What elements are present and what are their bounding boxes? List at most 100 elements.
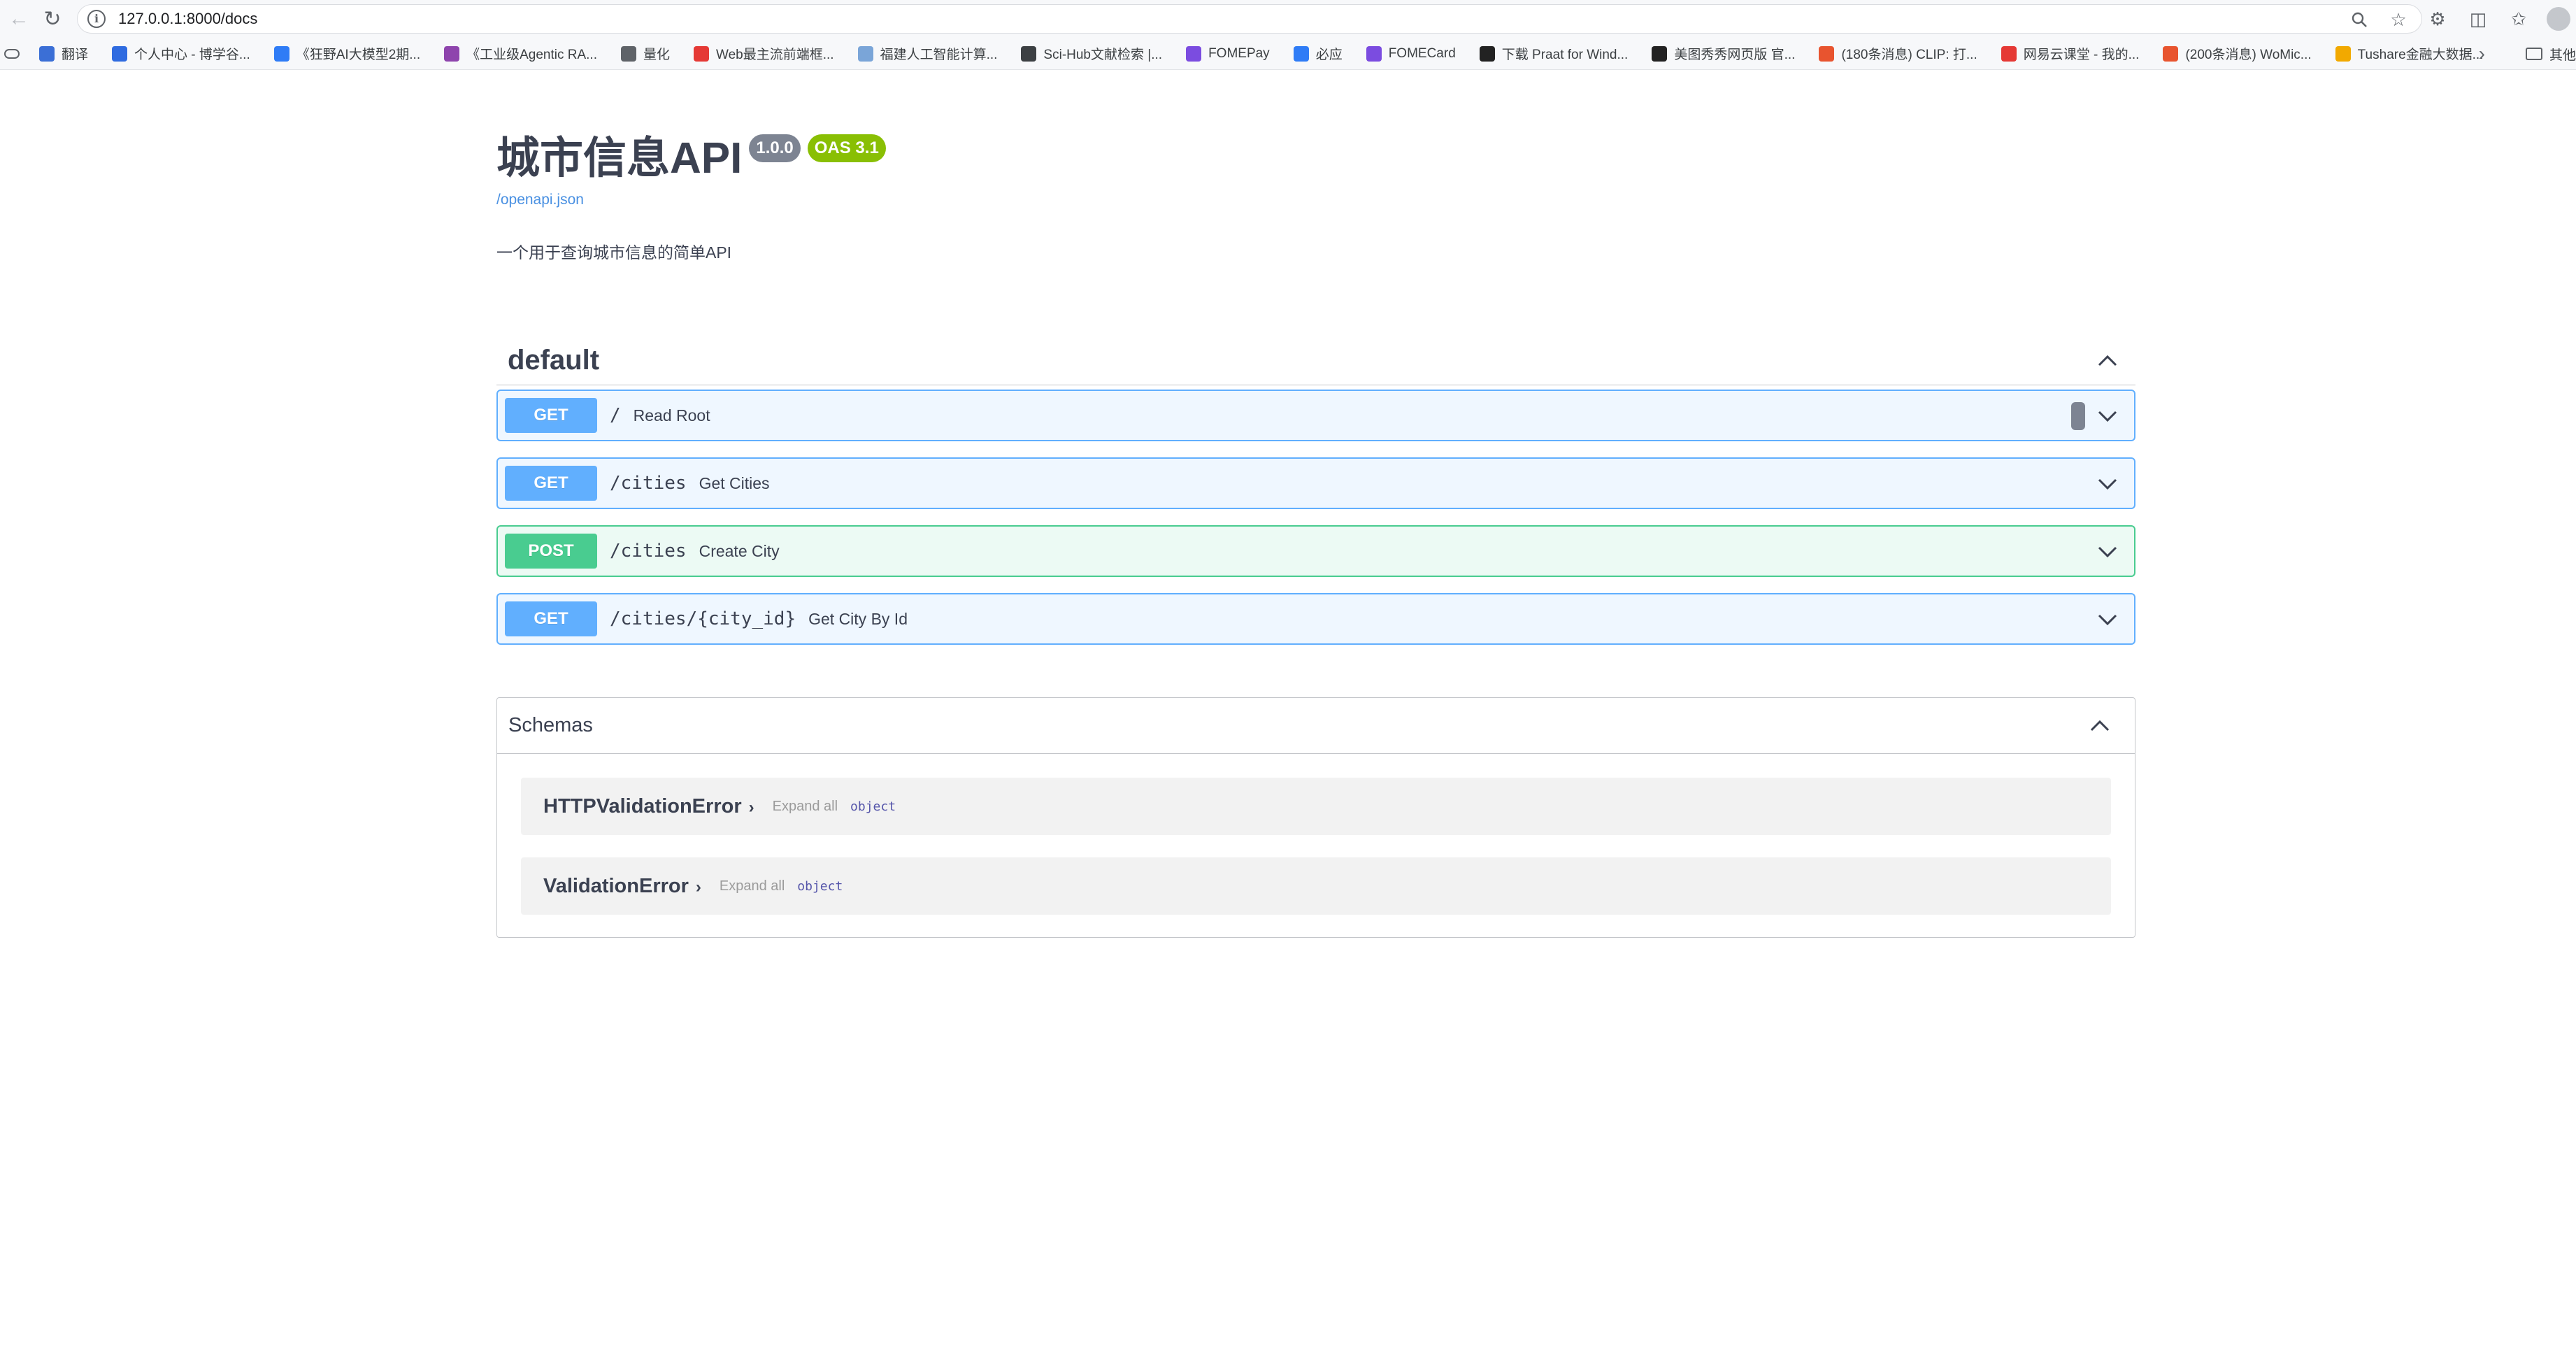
address-bar[interactable]: i 127.0.0.1:8000/docs ☆ [77,4,2422,34]
operation-summary: Read Root [633,406,710,424]
operation-path: /cities/{city_id} [610,608,796,629]
bookmark-label: 美图秀秀网页版 官... [1674,48,1796,62]
schemas-section: Schemas HTTPValidationError › Expand all ob… [496,697,2135,938]
bookmark-item[interactable]: 必应 [1293,40,1343,68]
other-bookmarks[interactable]: 其他 [2525,38,2576,69]
operation-controls [2094,538,2121,566]
bookmark-item[interactable]: 《工业级Agentic RA... [444,40,597,68]
api-title: 城市信息API [496,134,743,183]
bookmark-favicon-icon [444,45,460,62]
chevron-down-icon[interactable] [2094,538,2121,566]
bookmark-label: (200条消息) WoMic... [2185,48,2312,62]
bookmark-label: 网易云课堂 - 我的... [2023,48,2140,62]
bookmark-favicon-icon [1293,45,1309,62]
tag-header[interactable]: default [496,336,2135,385]
site-info-icon[interactable]: i [87,10,106,28]
schemas-header[interactable]: Schemas [497,698,2135,754]
chevron-up-icon[interactable] [2086,712,2114,740]
operation-summary: Get Cities [699,473,770,492]
bookmark-label: 下载 Praat for Wind... [1501,48,1629,62]
bookmark-item[interactable]: Web最主流前端框... [694,40,834,68]
browser-toolbar: ← ↻ i 127.0.0.1:8000/docs ☆ ⚙ ◫ ✩ [0,0,2576,38]
bookmark-item[interactable]: (180条消息) CLIP: 打... [1819,40,1977,68]
bookmark-item[interactable]: 网易云课堂 - 我的... [2001,40,2140,68]
bookmark-item[interactable]: 美图秀秀网页版 官... [1652,40,1795,68]
schema-name[interactable]: HTTPValidationError [543,795,742,818]
chevron-up-icon[interactable] [2094,347,2121,375]
bookmark-star-icon[interactable]: ☆ [2387,8,2410,31]
method-badge: POST [505,534,597,569]
expand-all-button[interactable]: Expand all [720,878,785,894]
bookmark-favicon-icon [694,45,710,62]
openapi-json-link[interactable]: /openapi.json [496,192,2135,208]
folder-icon [2525,48,2542,60]
bookmark-favicon-icon [621,45,636,62]
bookmark-item[interactable]: 《狂野AI大模型2期... [273,40,421,68]
bookmark-favicon-icon [273,45,289,62]
bookmark-favicon-icon [2335,45,2351,62]
bookmark-label: 翻译 [62,48,89,62]
tag-name: default [508,345,600,376]
bookmarks-more-icon[interactable]: › [2479,38,2485,69]
bookmark-item[interactable]: 下载 Praat for Wind... [1479,40,1629,68]
reload-icon[interactable]: ↻ [34,0,71,38]
operation-controls [2094,606,2121,634]
bookmark-label: Web最主流前端框... [716,48,834,62]
bookmark-item[interactable]: 量化 [621,40,670,68]
operation-get[interactable]: GET / Read Root [496,390,2135,441]
tag-section-default: default GET / Read Root GET/cities Get Citie… [496,336,2135,645]
operation-get[interactable]: GET/cities/{city_id} Get City By Id [496,593,2135,645]
bookmark-item[interactable]: (200条消息) WoMic... [2163,40,2312,68]
operation-summary: Create City [699,541,780,560]
favorites-icon[interactable]: ✩ [2506,6,2531,31]
bookmark-item[interactable]: 福建人工智能计算... [857,40,998,68]
operation-path: /cities [610,473,687,494]
operation-controls [2094,470,2121,498]
schema-type: object [797,878,843,894]
copy-icon[interactable] [2071,402,2085,430]
bookmark-favicon-icon [39,45,55,62]
bookmark-label: 个人中心 - 博学谷... [134,48,250,62]
bookmark-item[interactable]: Sci-Hub文献检索 |... [1021,40,1162,68]
expand-all-button[interactable]: Expand all [773,799,838,815]
chevron-down-icon[interactable] [2094,470,2121,498]
zoom-icon[interactable] [2347,8,2371,31]
method-badge: GET [505,466,597,501]
bookmark-label: Tushare金融大数据... [2357,48,2484,62]
bookmark-item[interactable]: FOMECard [1366,40,1456,68]
chevron-right-icon[interactable]: › [749,798,754,818]
schema-row[interactable]: HTTPValidationError › Expand all object [521,778,2111,835]
bookmark-item[interactable]: Tushare金融大数据... [2335,40,2484,68]
bookmarks-bar: 翻译 个人中心 - 博学谷... 《狂野AI大模型2期... 《工业级Agentic … [0,38,2576,70]
schema-row[interactable]: ValidationError › Expand all object [521,857,2111,915]
back-icon[interactable]: ← [0,0,38,38]
operation-path: / [610,405,621,426]
bookmark-favicon-icon [112,45,128,62]
other-bookmarks-label: 其他 [2549,48,2576,63]
bookmark-favicon-icon [1819,45,1835,62]
split-view-icon[interactable]: ◫ [2466,6,2491,31]
schema-name[interactable]: ValidationError [543,875,689,898]
bookmark-label: 《工业级Agentic RA... [466,48,597,62]
operation-post[interactable]: POST/cities Create City [496,525,2135,577]
schema-type: object [850,799,896,814]
profile-avatar[interactable] [2547,7,2570,31]
bookmark-favicon-icon [857,45,873,62]
swagger-content: 城市信息API 1.0.0 OAS 3.1 /openapi.json 一个用于… [496,70,2135,938]
operation-path: /cities [610,541,687,562]
bookmark-label: 福建人工智能计算... [880,48,998,62]
chevron-down-icon[interactable] [2094,606,2121,634]
bookmark-item[interactable]: FOMEPay [1186,40,1270,68]
chevron-right-icon[interactable]: › [696,878,701,897]
url-text[interactable]: 127.0.0.1:8000/docs [118,10,257,28]
bookmark-label: Sci-Hub文献检索 |... [1043,48,1163,62]
operation-summary: Get City By Id [808,609,908,628]
bookmark-item[interactable]: 个人中心 - 博学谷... [112,40,250,68]
bookmark-label: 《狂野AI大模型2期... [296,48,421,62]
operation-get[interactable]: GET/cities Get Cities [496,457,2135,509]
tab-search-icon[interactable] [4,40,20,68]
extensions-icon[interactable]: ⚙ [2425,6,2450,31]
chevron-down-icon[interactable] [2094,402,2121,430]
bookmark-item[interactable]: 翻译 [39,40,88,68]
bookmark-label: FOMEPay [1208,45,1270,61]
